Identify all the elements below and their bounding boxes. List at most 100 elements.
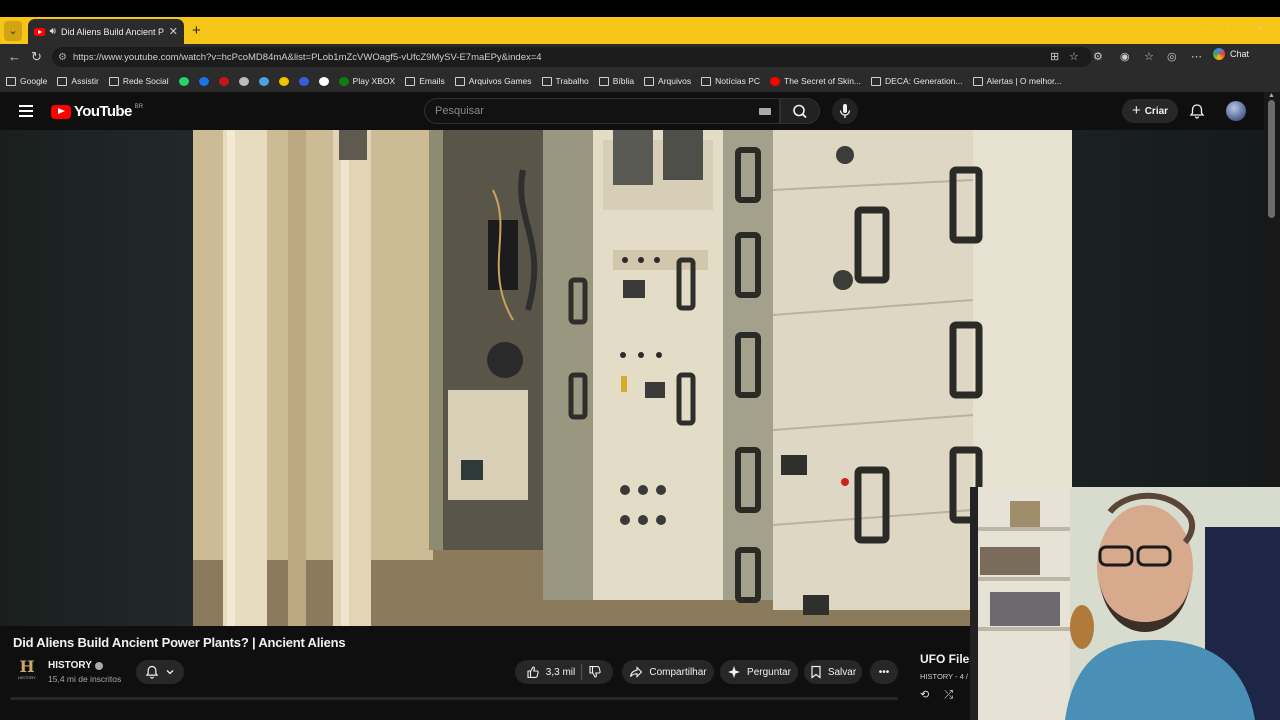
bookmark-label: Emails	[419, 76, 445, 86]
bookmark-item[interactable]: Alertas | O melhor...	[972, 76, 1061, 86]
back-arrow-icon[interactable]: ←	[8, 49, 21, 64]
new-tab-button[interactable]: +	[192, 22, 201, 39]
url-text: https://www.youtube.com/watch?v=hcPcoMD8…	[72, 51, 542, 63]
playlist-subtitle: HISTORY - 4 /	[920, 672, 968, 681]
ask-button[interactable]: Perguntar	[720, 660, 798, 684]
search-button[interactable]	[780, 98, 820, 124]
bookmark-item[interactable]	[298, 76, 309, 86]
address-bar[interactable]: ⚙ https://www.youtube.com/watch?v=hcPcoM…	[52, 47, 1092, 67]
keyboard-icon[interactable]	[759, 108, 771, 115]
youtube-favicon-icon	[34, 27, 45, 36]
bookmark-item[interactable]: DECA: Generation...	[871, 76, 963, 86]
maximize-button[interactable]: ▢	[1226, 22, 1236, 35]
bookmark-label: The Secret of Skin...	[784, 76, 862, 86]
bookmark-item[interactable]: Rede Social	[108, 76, 169, 86]
red-site-icon	[218, 76, 229, 86]
bookmark-item[interactable]	[178, 76, 189, 86]
video-player[interactable]	[193, 130, 1072, 626]
webcam-image	[970, 487, 1280, 720]
thumbs-down-icon[interactable]	[588, 665, 602, 679]
voice-search-button[interactable]	[832, 98, 858, 124]
bookmark-item[interactable]	[198, 76, 209, 86]
bookmark-item[interactable]	[238, 76, 249, 86]
minimize-button[interactable]: —	[1196, 22, 1207, 34]
verified-badge-icon	[94, 661, 103, 670]
scrollbar-thumb[interactable]	[1268, 100, 1275, 218]
bookmark-label: Play XBOX	[352, 76, 396, 86]
sparkle-icon	[728, 666, 741, 678]
bookmark-item[interactable]: Arquivos	[644, 76, 691, 86]
country-code: BR	[134, 103, 144, 110]
bookmark-label: Assistir	[71, 76, 99, 86]
like-count[interactable]: 3,3 mil	[546, 667, 575, 678]
bookmark-label: DECA: Generation...	[885, 76, 963, 86]
save-label: Salvar	[827, 666, 857, 678]
apps-icon[interactable]: ⊞	[1050, 50, 1059, 63]
bookmark-star-icon[interactable]: ☆	[1069, 50, 1079, 63]
save-button[interactable]: Salvar	[804, 660, 862, 684]
bookmark-item[interactable]: Google	[6, 76, 47, 86]
site-info-icon[interactable]: ⚙	[58, 52, 67, 63]
folder-icon	[6, 76, 16, 86]
bookmark-item[interactable]: Notícias PC	[701, 76, 760, 86]
loop-icon[interactable]: ⟲	[920, 689, 929, 701]
folder-icon	[405, 76, 416, 86]
close-window-button[interactable]: ✕	[1256, 22, 1265, 35]
hamburger-menu-icon[interactable]	[19, 105, 33, 117]
bookmark-item[interactable]: Trabalho	[541, 76, 589, 86]
bookmark-item[interactable]: The Secret of Skin...	[770, 76, 861, 86]
more-actions-button[interactable]: •••	[870, 660, 898, 684]
speaker-icon[interactable]: 🔊︎	[50, 26, 56, 37]
plus-icon: +	[1131, 101, 1141, 119]
share-button[interactable]: Compartilhar	[622, 660, 714, 684]
playlist-controls: ⟲ ⤮	[920, 688, 953, 702]
bookmark-item[interactable]: Bíblia	[598, 76, 634, 86]
subscribed-notifications-button[interactable]	[136, 660, 184, 684]
menu-dots-icon[interactable]: ⋯	[1191, 50, 1202, 63]
thumbs-up-icon[interactable]	[526, 665, 540, 679]
folder-icon	[541, 76, 552, 86]
yellow-site-icon	[278, 76, 289, 86]
tab-title: Did Aliens Build Ancient Power Plants?	[60, 26, 164, 37]
bookmark-label: Rede Social	[122, 76, 169, 86]
channel-name[interactable]: HISTORY	[48, 660, 103, 671]
bookmark-item[interactable]	[218, 76, 229, 86]
folder-icon	[644, 76, 655, 86]
bookmark-item[interactable]: Emails	[405, 76, 445, 86]
folder-icon	[57, 76, 68, 86]
reload-icon[interactable]: ↻	[31, 49, 42, 65]
extension-icon[interactable]: ◉	[1120, 50, 1130, 63]
profile-icon[interactable]: ◎	[1167, 50, 1177, 63]
active-tab[interactable]: 🔊︎ Did Aliens Build Ancient Power Plants…	[28, 19, 184, 44]
create-label: Criar	[1144, 105, 1169, 117]
bookmark-item[interactable]: Arquivos Games	[454, 76, 532, 86]
bookmark-item[interactable]	[258, 76, 269, 86]
search-placeholder: Pesquisar	[435, 105, 484, 117]
shuffle-icon[interactable]: ⤮	[944, 689, 953, 701]
chat-button[interactable]: Chat	[1213, 48, 1249, 60]
favorites-icon[interactable]: ☆	[1144, 50, 1154, 63]
extensions-icon[interactable]: ⚙	[1093, 50, 1103, 63]
create-button[interactable]: + Criar	[1122, 99, 1178, 123]
folder-icon	[108, 76, 119, 86]
like-dislike-group: 3,3 mil	[515, 660, 613, 684]
search-icon	[793, 104, 807, 119]
bookmark-item[interactable]: Assistir	[57, 76, 99, 86]
notifications-bell-icon[interactable]	[1189, 103, 1205, 119]
bookmark-item[interactable]	[318, 76, 329, 86]
history-logo-text: HISTORY	[18, 675, 36, 680]
search-input[interactable]: Pesquisar	[424, 98, 780, 124]
scroll-up-arrow-icon[interactable]: ▲	[1268, 92, 1275, 99]
user-avatar[interactable]	[1226, 101, 1246, 121]
bookmark-item[interactable]	[278, 76, 289, 86]
subscriber-count: 15,4 mi de inscritos	[48, 674, 122, 684]
tab-search-button[interactable]: ⌄	[4, 21, 22, 41]
close-tab-icon[interactable]: ✕	[169, 25, 178, 38]
channel-logo[interactable]: H HISTORY	[16, 659, 38, 683]
bookmark-item[interactable]: Play XBOX	[338, 76, 396, 86]
bookmark-icon	[811, 665, 821, 679]
playlist-title[interactable]: UFO File	[920, 652, 969, 666]
youtube-play-icon	[51, 104, 71, 119]
bookmark-label: Arquivos Games	[468, 76, 532, 86]
youtube-logo[interactable]: YouTube BR	[51, 103, 143, 120]
